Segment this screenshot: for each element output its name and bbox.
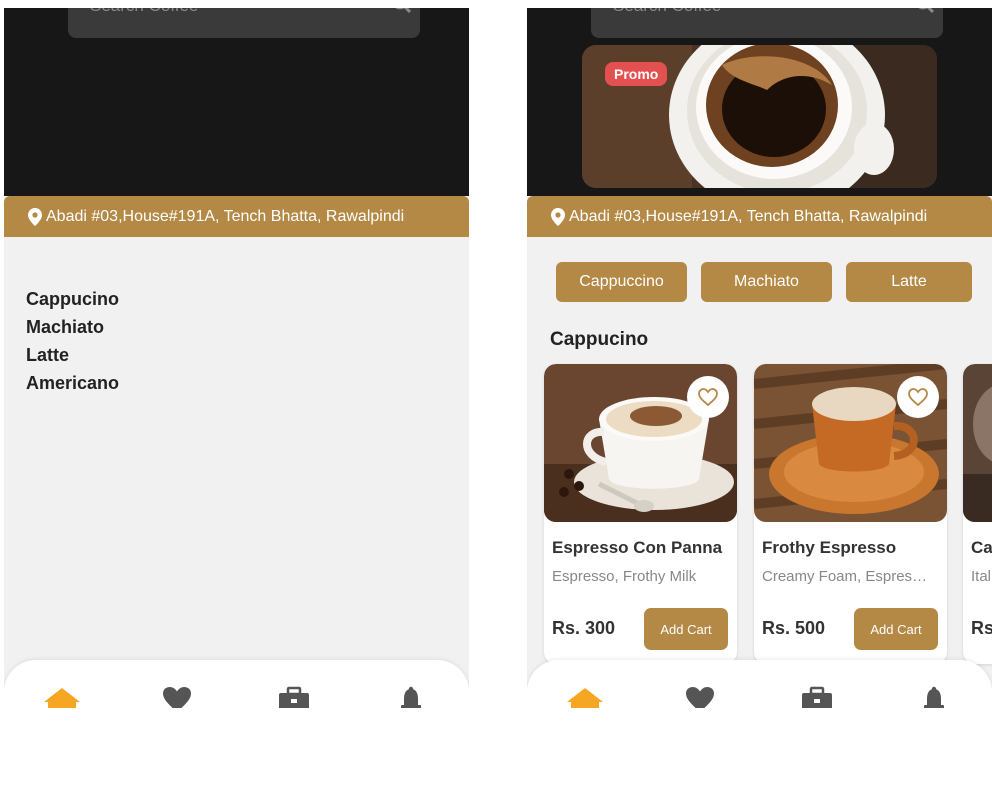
briefcase-icon[interactable]	[278, 686, 310, 708]
bottom-nav	[4, 660, 469, 708]
product-name: Frothy Espresso	[762, 538, 897, 557]
left-phone-screen: Search Coffee Abadi #03,House#191A, Tenc…	[4, 8, 469, 708]
add-cart-button[interactable]: Add Cart	[854, 608, 938, 650]
home-icon[interactable]	[565, 686, 605, 708]
header-background: Search Coffee	[4, 8, 469, 196]
section-title: Cappucino	[550, 329, 649, 350]
category-list-item[interactable]: Americano	[26, 369, 119, 397]
category-chip[interactable]: Latte	[846, 262, 972, 302]
category-list-item[interactable]: Latte	[26, 341, 119, 369]
product-description: Creamy Foam, Espres…	[762, 568, 928, 585]
location-address: Abadi #03,House#191A, Tench Bhatta, Rawa…	[46, 207, 405, 225]
heart-outline-icon	[698, 388, 718, 407]
product-card[interactable]: Espresso Con Panna Espresso, Frothy Milk…	[544, 364, 737, 664]
favorite-button[interactable]	[687, 376, 729, 418]
product-image	[963, 364, 992, 522]
heart-outline-icon	[908, 388, 928, 407]
location-bar[interactable]: Abadi #03,House#191A, Tench Bhatta, Rawa…	[4, 196, 469, 237]
category-chip[interactable]: Cappuccino	[556, 262, 687, 302]
promo-banner[interactable]: Promo	[582, 45, 937, 188]
location-address: Abadi #03,House#191A, Tench Bhatta, Rawa…	[569, 207, 928, 225]
product-description: Ital	[971, 568, 992, 585]
product-price: Rs. 500	[762, 618, 826, 638]
bell-icon[interactable]	[400, 686, 422, 708]
category-list-item[interactable]: Cappucino	[26, 285, 119, 313]
favorite-button[interactable]	[897, 376, 939, 418]
right-phone-screen: Search Coffee Promo Abadi #03,House#1	[527, 8, 992, 708]
heart-icon[interactable]	[685, 686, 715, 708]
promo-badge: Promo	[605, 62, 668, 86]
search-bar[interactable]: Search Coffee	[68, 8, 420, 38]
home-icon[interactable]	[42, 686, 82, 708]
product-price: Rs	[971, 618, 992, 638]
product-image	[754, 364, 947, 522]
product-name: Espresso Con Panna	[552, 538, 723, 557]
category-chip[interactable]: Machiato	[701, 262, 832, 302]
category-list: Cappucino Machiato Latte Americano	[26, 285, 119, 397]
product-description: Espresso, Frothy Milk	[552, 568, 697, 585]
product-image	[544, 364, 737, 522]
bottom-nav	[527, 660, 992, 708]
search-input[interactable]: Search Coffee	[613, 8, 721, 16]
add-cart-button[interactable]: Add Cart	[644, 608, 728, 650]
search-icon[interactable]	[392, 8, 412, 19]
location-bar[interactable]: Abadi #03,House#191A, Tench Bhatta, Rawa…	[527, 196, 992, 237]
search-bar[interactable]: Search Coffee	[591, 8, 943, 38]
product-price: Rs. 300	[552, 618, 616, 638]
search-input[interactable]: Search Coffee	[90, 8, 198, 16]
heart-icon[interactable]	[162, 686, 192, 708]
bell-icon[interactable]	[923, 686, 945, 708]
location-pin-icon	[551, 207, 565, 226]
search-icon[interactable]	[915, 8, 935, 19]
product-card[interactable]: Frothy Espresso Creamy Foam, Espres… Rs.…	[754, 364, 947, 664]
location-pin-icon	[28, 207, 42, 226]
category-list-item[interactable]: Machiato	[26, 313, 119, 341]
product-name: Ca	[971, 538, 992, 557]
product-card[interactable]: Ca Ital Rs	[963, 364, 992, 664]
header-background: Search Coffee Promo	[527, 8, 992, 196]
briefcase-icon[interactable]	[801, 686, 833, 708]
